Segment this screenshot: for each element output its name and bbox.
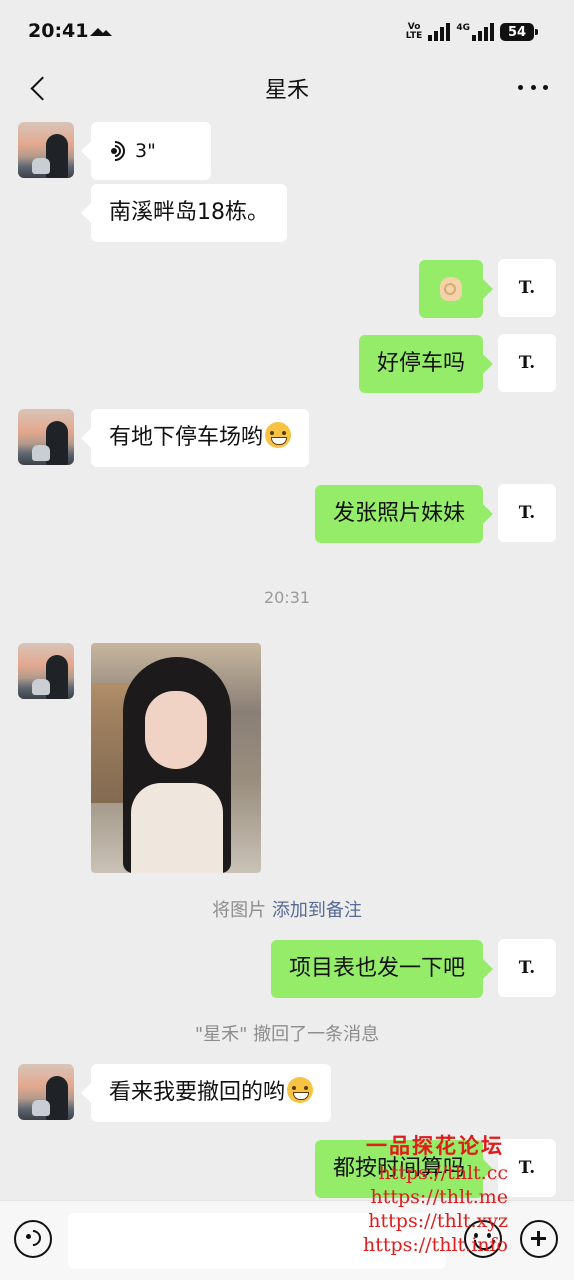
more-dots-icon[interactable] bbox=[518, 74, 548, 100]
status-icons: Vo LTE 4G 54 bbox=[405, 20, 538, 44]
volte-icon: Vo LTE bbox=[405, 22, 423, 41]
plus-icon[interactable] bbox=[520, 1220, 558, 1258]
ok-hand-emoji-icon bbox=[440, 277, 462, 301]
contact-avatar[interactable] bbox=[18, 122, 74, 178]
contact-avatar[interactable] bbox=[18, 1064, 74, 1120]
self-avatar[interactable]: T. bbox=[498, 334, 556, 392]
battery-icon: 54 bbox=[500, 23, 538, 41]
self-avatar[interactable]: T. bbox=[498, 259, 556, 317]
watermark-title: 一品探花论坛 bbox=[366, 1133, 504, 1158]
recall-notice: "星禾" 撤回了一条消息 bbox=[194, 1024, 380, 1045]
message-bubble-outgoing[interactable]: 项目表也发一下吧 bbox=[270, 940, 483, 998]
wink-emoji-icon bbox=[287, 1077, 314, 1103]
timestamp: 20:31 bbox=[263, 588, 311, 607]
chat-header: 星禾 bbox=[0, 62, 574, 114]
contact-avatar[interactable] bbox=[18, 409, 74, 465]
watermark-url: https://thlt.me bbox=[370, 1186, 508, 1208]
voice-wave-icon bbox=[100, 136, 130, 166]
watermark-url: https://thlt.xyz bbox=[368, 1210, 508, 1232]
voice-input-icon[interactable] bbox=[14, 1220, 52, 1258]
signal-icon bbox=[428, 23, 451, 41]
location-arrow-icon bbox=[90, 28, 112, 36]
network-type: 4G bbox=[456, 23, 470, 33]
message-list[interactable]: 3" 南溪畔岛18栋。 T. 好停车吗 T. 有地下停车场哟 发张照片妹妹 T.… bbox=[0, 114, 574, 1200]
status-bar: 20:41 Vo LTE 4G 54 bbox=[0, 0, 574, 62]
message-bubble-outgoing[interactable]: 发张照片妹妹 bbox=[314, 485, 483, 543]
image-message[interactable] bbox=[91, 643, 261, 873]
watermark-url: https://thlt.info bbox=[362, 1234, 508, 1256]
status-time: 20:41 bbox=[28, 20, 89, 42]
voice-message[interactable]: 3" bbox=[91, 122, 211, 180]
grin-emoji-icon bbox=[265, 422, 292, 448]
chat-title: 星禾 bbox=[264, 78, 309, 103]
message-bubble-incoming[interactable]: 看来我要撤回的哟 bbox=[91, 1064, 332, 1122]
signal-icon-2 bbox=[472, 23, 494, 41]
add-to-remark-link[interactable]: 添加到备注 bbox=[272, 900, 362, 921]
image-remark-hint: 将图片 添加到备注 bbox=[212, 900, 362, 921]
watermark-url: https://thlt.cc bbox=[378, 1162, 508, 1184]
self-avatar[interactable]: T. bbox=[498, 939, 556, 997]
self-avatar[interactable]: T. bbox=[498, 484, 556, 542]
message-bubble-outgoing[interactable]: 好停车吗 bbox=[358, 335, 483, 393]
contact-avatar[interactable] bbox=[18, 643, 74, 699]
message-bubble-outgoing[interactable] bbox=[419, 260, 483, 318]
message-bubble-incoming[interactable]: 南溪畔岛18栋。 bbox=[91, 184, 287, 242]
message-bubble-incoming[interactable]: 有地下停车场哟 bbox=[91, 409, 310, 467]
